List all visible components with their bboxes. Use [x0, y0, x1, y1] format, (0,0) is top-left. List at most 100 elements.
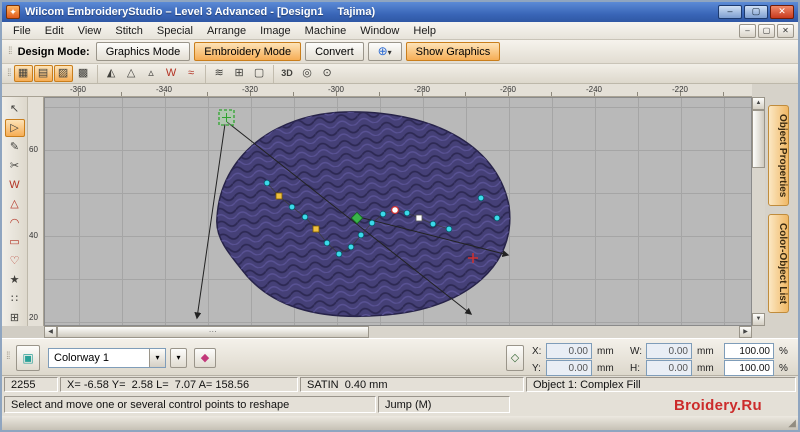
motif-fill-icon[interactable]: ▨	[53, 65, 73, 82]
mode-toolbar: ⁞⁞ Design Mode: Graphics Mode Embroidery…	[2, 40, 798, 64]
embroidery-design	[194, 109, 511, 320]
heart-shape-tool[interactable]: ♡	[5, 252, 25, 270]
toolbar-separator	[272, 64, 274, 83]
horizontal-scrollbar[interactable]: ◀ ⋯ ▶	[44, 326, 752, 338]
knife-tool[interactable]: ✂	[5, 157, 25, 175]
satin-fill-icon[interactable]: ▤	[33, 65, 53, 82]
grid-toggle-icon[interactable]: ⊞	[230, 65, 249, 82]
resize-grip[interactable]: ◢	[788, 418, 796, 429]
colorway-combobox[interactable]: Colorway 1 ▾	[48, 348, 166, 368]
reshape-tool[interactable]: ▷	[4, 119, 25, 137]
h-input[interactable]	[646, 360, 692, 376]
horizontal-scroll-thumb[interactable]: ⋯	[57, 326, 369, 338]
ruler-label: 20	[29, 313, 38, 322]
column-tool[interactable]: △	[5, 195, 25, 213]
scale-x-input[interactable]	[724, 343, 774, 359]
menu-special[interactable]: Special	[150, 24, 200, 38]
vertical-scroll-thumb[interactable]	[752, 110, 765, 168]
pattern-tool[interactable]: ∷	[5, 290, 25, 308]
lettering-icon[interactable]: W	[162, 65, 181, 82]
complex-fill-object[interactable]	[216, 111, 511, 318]
menu-file[interactable]: File	[6, 24, 38, 38]
stitch-toolbar: ⁞⁞ ▦ ▤ ▨ ▩ ◭ △ ▵ W ≈ ≋ ⊞ ▢ 3D ◎ ⊙	[2, 64, 798, 84]
w-input[interactable]	[646, 343, 692, 359]
tatami-fill-icon[interactable]: ▦	[13, 65, 33, 82]
scale-y-input[interactable]	[724, 360, 774, 376]
snap-grid-tool[interactable]: ⊞	[5, 309, 25, 327]
tab-object-properties[interactable]: Object Properties	[768, 105, 789, 207]
menu-view[interactable]: View	[71, 24, 109, 38]
menu-window[interactable]: Window	[353, 24, 406, 38]
stitch-edit-tool[interactable]: ✎	[5, 138, 25, 156]
menu-image[interactable]: Image	[253, 24, 298, 38]
ruler-corner	[2, 84, 44, 97]
vertical-scrollbar[interactable]: ▲ ▼	[752, 97, 765, 326]
minimize-button[interactable]: –	[718, 5, 742, 19]
contour-fill-icon[interactable]: ▩	[74, 65, 93, 82]
start-anchor-handle[interactable]	[218, 109, 235, 126]
scroll-right-icon[interactable]: ▶	[739, 326, 752, 338]
y-input[interactable]	[546, 360, 592, 376]
stitch-count: 2255	[4, 377, 58, 392]
zoom-box-icon[interactable]: ⊙	[318, 65, 337, 82]
arc-tool[interactable]: ◠	[5, 214, 25, 232]
reference-edit-button[interactable]: ◇	[506, 345, 524, 371]
ruler-label: -240	[585, 85, 603, 94]
select-tool[interactable]: ↖	[5, 100, 25, 118]
scroll-up-icon[interactable]: ▲	[752, 97, 765, 110]
run-stitch-icon[interactable]: ≋	[210, 65, 229, 82]
toolbar-grip-icon[interactable]: ⁞⁞	[7, 68, 11, 79]
embroidery-mode-button[interactable]: Embroidery Mode	[194, 42, 302, 61]
mdi-minimize-button[interactable]: –	[739, 23, 756, 38]
hint-bar: Select and move one or several control p…	[2, 394, 798, 416]
white-control-point[interactable]	[415, 214, 423, 222]
3d-view-icon[interactable]: 3D	[278, 65, 297, 82]
colorway-dropdown-button[interactable]: ▾	[170, 348, 187, 368]
scroll-track[interactable]	[752, 168, 765, 313]
toolbar-grip-icon[interactable]: ⁞⁞	[6, 351, 10, 362]
design-canvas[interactable]	[44, 97, 752, 326]
maximize-button[interactable]: ▢	[744, 5, 768, 19]
scroll-track[interactable]	[369, 326, 739, 338]
tab-color-object-list[interactable]: Color-Object List	[768, 214, 789, 314]
titlebar: ✦ Wilcom EmbroideryStudio – Level 3 Adva…	[2, 2, 798, 22]
machine-function: Jump (M)	[378, 396, 510, 413]
toolbar-grip-icon[interactable]: ⁞⁞	[8, 46, 12, 57]
scroll-down-icon[interactable]: ▼	[752, 313, 765, 326]
menu-machine[interactable]: Machine	[298, 24, 354, 38]
pointer-coordinates: X= -6.58 Y= 2.58 L= 7.07 A= 158.56	[60, 377, 298, 392]
ruler-label: -340	[155, 85, 173, 94]
lettering-tool[interactable]: W	[5, 176, 25, 194]
design-mode-label: Design Mode:	[17, 45, 90, 58]
color-palette-button[interactable]: ▣	[16, 345, 40, 371]
column-a-icon[interactable]: ◭	[102, 65, 121, 82]
window-title-suffix: Tajima)	[337, 6, 376, 18]
menu-edit[interactable]: Edit	[38, 24, 71, 38]
column-b-icon[interactable]: △	[122, 65, 141, 82]
close-button[interactable]: ✕	[770, 5, 794, 19]
hoop-toggle-icon[interactable]: ▢	[250, 65, 269, 82]
chevron-down-icon[interactable]: ▾	[149, 349, 165, 367]
menu-arrange[interactable]: Arrange	[200, 24, 253, 38]
chevron-down-icon: ▾	[387, 48, 392, 57]
graphics-mode-button[interactable]: Graphics Mode	[95, 42, 191, 61]
w-label: W:	[630, 346, 643, 357]
column-c-icon[interactable]: ▵	[142, 65, 161, 82]
menu-help[interactable]: Help	[406, 24, 443, 38]
exit-point-handle[interactable]	[391, 205, 400, 214]
toolbar-separator	[204, 64, 206, 83]
mdi-close-button[interactable]: ✕	[777, 23, 794, 38]
mdi-restore-button[interactable]: ▢	[758, 23, 775, 38]
freehand-icon[interactable]: ≈	[182, 65, 201, 82]
show-graphics-button[interactable]: Show Graphics	[405, 42, 501, 61]
menu-stitch[interactable]: Stitch	[108, 24, 150, 38]
cycle-colors-button[interactable]: ◆	[194, 348, 216, 368]
convert-button[interactable]: Convert	[305, 42, 364, 61]
scroll-left-icon[interactable]: ◀	[44, 326, 57, 338]
hoop-globe-dropdown[interactable]: ⊕▾	[367, 42, 402, 61]
x-input[interactable]	[546, 343, 592, 359]
y-label: Y:	[532, 363, 541, 374]
redraw-icon[interactable]: ◎	[298, 65, 317, 82]
complex-fill-tool[interactable]: ▭	[5, 233, 25, 251]
star-shape-tool[interactable]: ★	[5, 271, 25, 289]
